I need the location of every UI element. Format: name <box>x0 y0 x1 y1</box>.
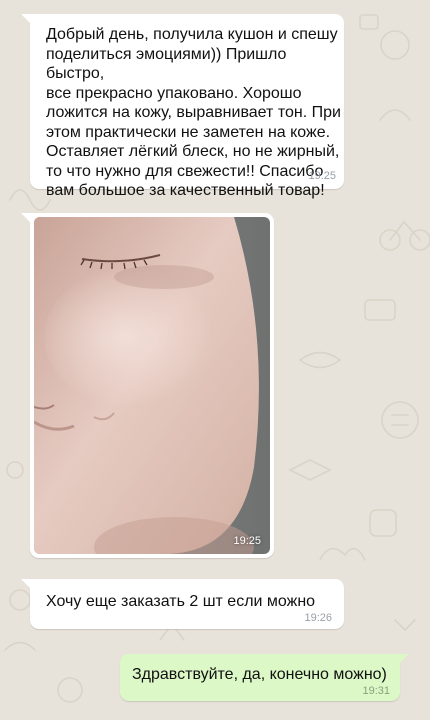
incoming-message-bubble[interactable]: Добрый день, получила кушон и спешу поде… <box>21 14 344 199</box>
bubble-tail <box>399 654 409 664</box>
message-timestamp: 19:26 <box>304 612 332 624</box>
message-text: Здравствуйте, да, конечно можно) <box>132 666 387 683</box>
message-timestamp: 19:25 <box>308 170 336 182</box>
outgoing-message-bubble[interactable]: Здравствуйте, да, конечно можно) 19:31 <box>120 654 409 701</box>
face-photo-image <box>34 217 270 554</box>
incoming-photo-message[interactable]: 19:25 <box>21 213 274 558</box>
photo-timestamp: 19:25 <box>233 535 261 547</box>
message-text: Добрый день, получила кушон и спешу поде… <box>46 26 341 199</box>
incoming-message-bubble[interactable]: Хочу еще заказать 2 шт если можно 19:26 <box>21 579 344 629</box>
face-photo[interactable]: 19:25 <box>34 217 270 554</box>
message-timestamp: 19:31 <box>362 685 390 697</box>
bubble-tail <box>21 579 31 589</box>
bubble-tail <box>21 14 31 24</box>
bubble-tail <box>21 213 31 223</box>
message-text: Хочу еще заказать 2 шт если можно <box>46 593 316 610</box>
